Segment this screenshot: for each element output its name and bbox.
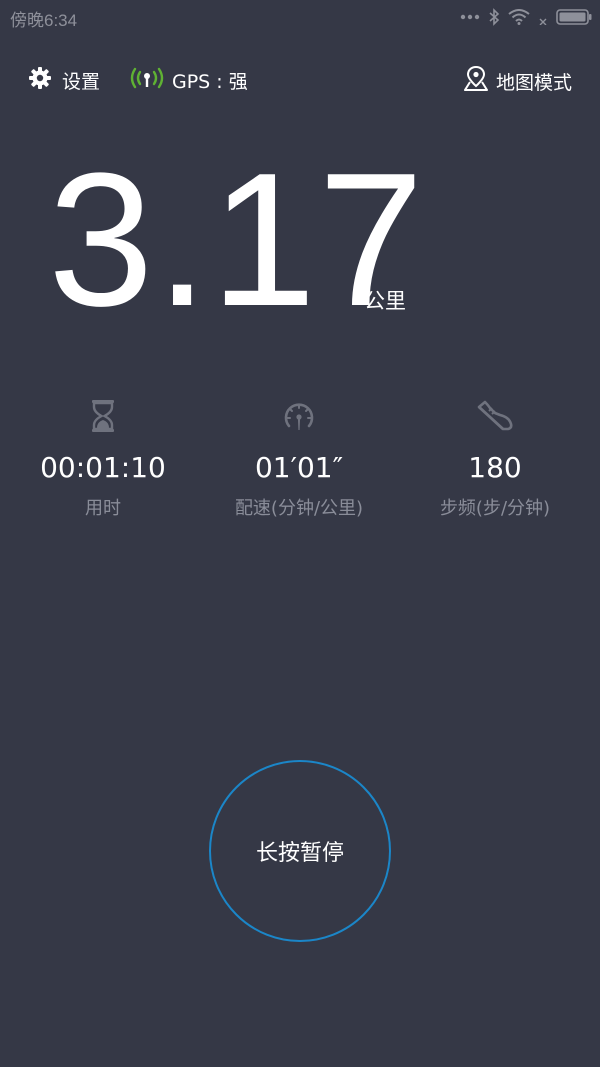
status-bar: 傍晚6:34 — [0, 0, 600, 36]
stat-duration: 00:01:10 用时 — [3, 396, 203, 520]
top-bar: 设置 GPS : 强 地图模式 — [0, 58, 600, 102]
stat-label: 配速(分钟/公里) — [234, 498, 364, 519]
wifi-icon — [508, 9, 530, 25]
stat-value: 00:01:10 — [40, 451, 166, 484]
stat-label: 步频(步/分钟) — [439, 498, 551, 519]
battery-icon — [556, 9, 592, 25]
running-screen: 傍晚6:34 设置 GPS: 强 地图模式 3.17 公里 00:01:10 … — [0, 0, 600, 1067]
stat-value: 01′01″ — [254, 451, 344, 484]
status-time: 傍晚6:34 — [10, 11, 78, 30]
pause-button[interactable]: 长按暂停 — [209, 760, 391, 942]
settings-label: 设置 — [62, 70, 101, 93]
map-mode-button[interactable]: 地图模式 — [463, 65, 572, 96]
pause-button-label: 长按暂停 — [255, 841, 344, 866]
no-signal-icon — [538, 9, 548, 25]
distance-unit: 公里 — [364, 289, 406, 313]
distance-display: 3.17 公里 — [48, 140, 548, 340]
stat-pace: 01′01″ 配速(分钟/公里) — [199, 396, 399, 520]
gps-signal-icon — [130, 66, 164, 94]
gear-icon — [28, 66, 52, 94]
map-pin-icon — [463, 65, 488, 96]
stat-cadence: 180 步频(步/分钟) — [395, 396, 595, 520]
map-mode-label: 地图模式 — [495, 71, 572, 94]
settings-button[interactable]: 设置 — [28, 66, 100, 94]
more-dots-icon — [460, 13, 480, 21]
gps-status: GPS : 强 — [130, 66, 248, 94]
gps-label: GPS : 强 — [172, 70, 248, 93]
bluetooth-icon — [488, 8, 500, 26]
status-icons — [460, 6, 592, 28]
stat-label: 用时 — [85, 498, 121, 519]
stat-value: 180 — [468, 451, 522, 484]
hourglass-icon — [3, 396, 203, 436]
stats-row: 00:01:10 用时 01′01″ 配速(分钟/公里) 180 步频(步/分钟… — [0, 396, 600, 536]
shoe-icon — [395, 396, 595, 436]
speedometer-icon — [199, 396, 399, 436]
